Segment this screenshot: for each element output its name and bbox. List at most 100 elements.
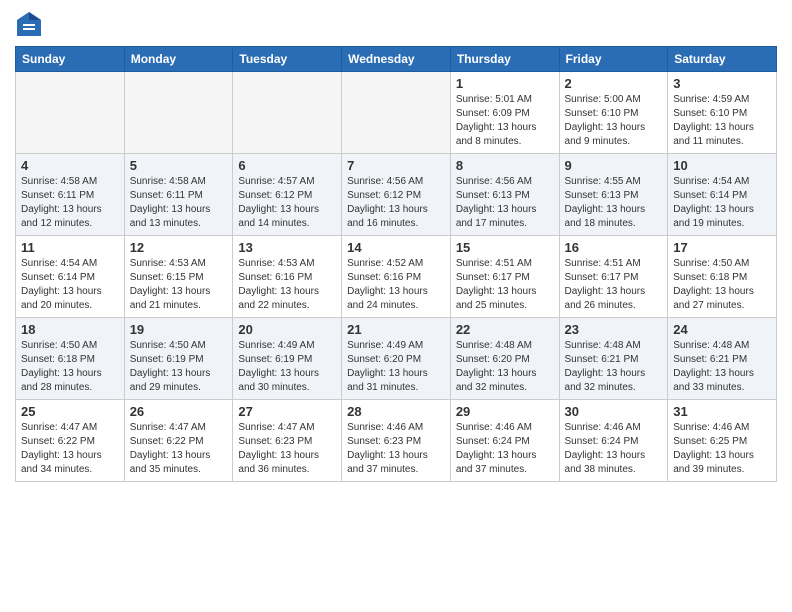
calendar-cell: 5 Sunrise: 4:58 AM Sunset: 6:11 PM Daylig… xyxy=(124,154,233,236)
day-number: 27 xyxy=(238,404,336,419)
calendar-cell: 24 Sunrise: 4:48 AM Sunset: 6:21 PM Dayli… xyxy=(668,318,777,400)
day-info: Sunrise: 4:47 AM Sunset: 6:22 PM Dayligh… xyxy=(130,421,228,477)
day-info: Sunrise: 4:58 AM Sunset: 6:11 PM Dayligh… xyxy=(21,175,119,231)
calendar-cell: 18 Sunrise: 4:50 AM Sunset: 6:18 PM Dayli… xyxy=(16,318,125,400)
week-row-4: 18 Sunrise: 4:50 AM Sunset: 6:18 PM Dayli… xyxy=(16,318,777,400)
day-number: 5 xyxy=(130,158,228,173)
day-info: Sunrise: 4:48 AM Sunset: 6:21 PM Dayligh… xyxy=(565,339,663,395)
calendar-cell: 4 Sunrise: 4:58 AM Sunset: 6:11 PM Daylig… xyxy=(16,154,125,236)
day-number: 2 xyxy=(565,76,663,91)
day-info: Sunrise: 4:50 AM Sunset: 6:18 PM Dayligh… xyxy=(673,257,771,313)
day-info: Sunrise: 4:53 AM Sunset: 6:15 PM Dayligh… xyxy=(130,257,228,313)
day-info: Sunrise: 4:51 AM Sunset: 6:17 PM Dayligh… xyxy=(565,257,663,313)
calendar-cell: 9Sunrise: 4:55 AM Sunset: 6:13 PM Daylig… xyxy=(559,154,668,236)
calendar-body: 1Sunrise: 5:01 AM Sunset: 6:09 PM Daylig… xyxy=(16,72,777,482)
day-number: 8 xyxy=(456,158,554,173)
calendar-cell: 2 Sunrise: 5:00 AM Sunset: 6:10 PM Daylig… xyxy=(559,72,668,154)
day-number: 12 xyxy=(130,240,228,255)
day-number: 15 xyxy=(456,240,554,255)
day-info: Sunrise: 4:46 AM Sunset: 6:24 PM Dayligh… xyxy=(456,421,554,477)
day-number: 6 xyxy=(238,158,336,173)
calendar-cell: 30 Sunrise: 4:46 AM Sunset: 6:24 PM Dayli… xyxy=(559,400,668,482)
calendar-cell: 23Sunrise: 4:48 AM Sunset: 6:21 PM Dayli… xyxy=(559,318,668,400)
calendar-cell: 14 Sunrise: 4:52 AM Sunset: 6:16 PM Dayli… xyxy=(342,236,451,318)
calendar-cell: 27 Sunrise: 4:47 AM Sunset: 6:23 PM Dayli… xyxy=(233,400,342,482)
day-number: 22 xyxy=(456,322,554,337)
day-number: 20 xyxy=(238,322,336,337)
day-info: Sunrise: 4:58 AM Sunset: 6:11 PM Dayligh… xyxy=(130,175,228,231)
calendar-cell: 7 Sunrise: 4:56 AM Sunset: 6:12 PM Daylig… xyxy=(342,154,451,236)
calendar: SundayMondayTuesdayWednesdayThursdayFrid… xyxy=(15,46,777,482)
day-number: 30 xyxy=(565,404,663,419)
day-number: 10 xyxy=(673,158,771,173)
calendar-cell: 29 Sunrise: 4:46 AM Sunset: 6:24 PM Dayli… xyxy=(450,400,559,482)
day-number: 16 xyxy=(565,240,663,255)
day-number: 29 xyxy=(456,404,554,419)
day-info: Sunrise: 4:47 AM Sunset: 6:22 PM Dayligh… xyxy=(21,421,119,477)
day-info: Sunrise: 4:51 AM Sunset: 6:17 PM Dayligh… xyxy=(456,257,554,313)
calendar-cell: 1Sunrise: 5:01 AM Sunset: 6:09 PM Daylig… xyxy=(450,72,559,154)
day-number: 17 xyxy=(673,240,771,255)
weekday-header-row: SundayMondayTuesdayWednesdayThursdayFrid… xyxy=(16,47,777,72)
day-number: 14 xyxy=(347,240,445,255)
day-info: Sunrise: 4:47 AM Sunset: 6:23 PM Dayligh… xyxy=(238,421,336,477)
calendar-cell xyxy=(124,72,233,154)
week-row-3: 11Sunrise: 4:54 AM Sunset: 6:14 PM Dayli… xyxy=(16,236,777,318)
logo xyxy=(15,10,47,38)
weekday-header-wednesday: Wednesday xyxy=(342,47,451,72)
calendar-cell: 31 Sunrise: 4:46 AM Sunset: 6:25 PM Dayli… xyxy=(668,400,777,482)
day-number: 13 xyxy=(238,240,336,255)
weekday-header-tuesday: Tuesday xyxy=(233,47,342,72)
day-info: Sunrise: 4:46 AM Sunset: 6:24 PM Dayligh… xyxy=(565,421,663,477)
logo-icon xyxy=(15,10,43,38)
calendar-cell: 28Sunrise: 4:46 AM Sunset: 6:23 PM Dayli… xyxy=(342,400,451,482)
day-info: Sunrise: 4:57 AM Sunset: 6:12 PM Dayligh… xyxy=(238,175,336,231)
day-number: 21 xyxy=(347,322,445,337)
calendar-cell xyxy=(16,72,125,154)
day-info: Sunrise: 4:56 AM Sunset: 6:12 PM Dayligh… xyxy=(347,175,445,231)
calendar-cell: 16 Sunrise: 4:51 AM Sunset: 6:17 PM Dayli… xyxy=(559,236,668,318)
day-info: Sunrise: 4:46 AM Sunset: 6:25 PM Dayligh… xyxy=(673,421,771,477)
calendar-cell: 8 Sunrise: 4:56 AM Sunset: 6:13 PM Daylig… xyxy=(450,154,559,236)
day-info: Sunrise: 4:50 AM Sunset: 6:18 PM Dayligh… xyxy=(21,339,119,395)
calendar-cell: 20 Sunrise: 4:49 AM Sunset: 6:19 PM Dayli… xyxy=(233,318,342,400)
calendar-header: SundayMondayTuesdayWednesdayThursdayFrid… xyxy=(16,47,777,72)
calendar-cell: 13 Sunrise: 4:53 AM Sunset: 6:16 PM Dayli… xyxy=(233,236,342,318)
day-info: Sunrise: 4:49 AM Sunset: 6:19 PM Dayligh… xyxy=(238,339,336,395)
weekday-header-friday: Friday xyxy=(559,47,668,72)
day-number: 31 xyxy=(673,404,771,419)
weekday-header-saturday: Saturday xyxy=(668,47,777,72)
day-number: 11 xyxy=(21,240,119,255)
week-row-5: 25Sunrise: 4:47 AM Sunset: 6:22 PM Dayli… xyxy=(16,400,777,482)
day-number: 28 xyxy=(347,404,445,419)
weekday-header-thursday: Thursday xyxy=(450,47,559,72)
day-info: Sunrise: 4:48 AM Sunset: 6:20 PM Dayligh… xyxy=(456,339,554,395)
day-info: Sunrise: 5:00 AM Sunset: 6:10 PM Dayligh… xyxy=(565,93,663,149)
calendar-cell: 17 Sunrise: 4:50 AM Sunset: 6:18 PM Dayli… xyxy=(668,236,777,318)
day-number: 1 xyxy=(456,76,554,91)
header xyxy=(15,10,777,38)
day-info: Sunrise: 4:56 AM Sunset: 6:13 PM Dayligh… xyxy=(456,175,554,231)
day-number: 4 xyxy=(21,158,119,173)
day-info: Sunrise: 4:52 AM Sunset: 6:16 PM Dayligh… xyxy=(347,257,445,313)
calendar-cell: 11Sunrise: 4:54 AM Sunset: 6:14 PM Dayli… xyxy=(16,236,125,318)
day-info: Sunrise: 4:50 AM Sunset: 6:19 PM Dayligh… xyxy=(130,339,228,395)
week-row-1: 1Sunrise: 5:01 AM Sunset: 6:09 PM Daylig… xyxy=(16,72,777,154)
week-row-2: 4 Sunrise: 4:58 AM Sunset: 6:11 PM Daylig… xyxy=(16,154,777,236)
page: SundayMondayTuesdayWednesdayThursdayFrid… xyxy=(0,0,792,612)
day-number: 24 xyxy=(673,322,771,337)
day-info: Sunrise: 4:54 AM Sunset: 6:14 PM Dayligh… xyxy=(673,175,771,231)
day-number: 3 xyxy=(673,76,771,91)
calendar-cell: 15 Sunrise: 4:51 AM Sunset: 6:17 PM Dayli… xyxy=(450,236,559,318)
day-number: 7 xyxy=(347,158,445,173)
day-info: Sunrise: 4:49 AM Sunset: 6:20 PM Dayligh… xyxy=(347,339,445,395)
day-info: Sunrise: 4:48 AM Sunset: 6:21 PM Dayligh… xyxy=(673,339,771,395)
day-number: 18 xyxy=(21,322,119,337)
calendar-cell: 21 Sunrise: 4:49 AM Sunset: 6:20 PM Dayli… xyxy=(342,318,451,400)
weekday-header-sunday: Sunday xyxy=(16,47,125,72)
calendar-cell xyxy=(233,72,342,154)
day-number: 9 xyxy=(565,158,663,173)
calendar-cell: 22 Sunrise: 4:48 AM Sunset: 6:20 PM Dayli… xyxy=(450,318,559,400)
weekday-header-monday: Monday xyxy=(124,47,233,72)
day-info: Sunrise: 4:53 AM Sunset: 6:16 PM Dayligh… xyxy=(238,257,336,313)
